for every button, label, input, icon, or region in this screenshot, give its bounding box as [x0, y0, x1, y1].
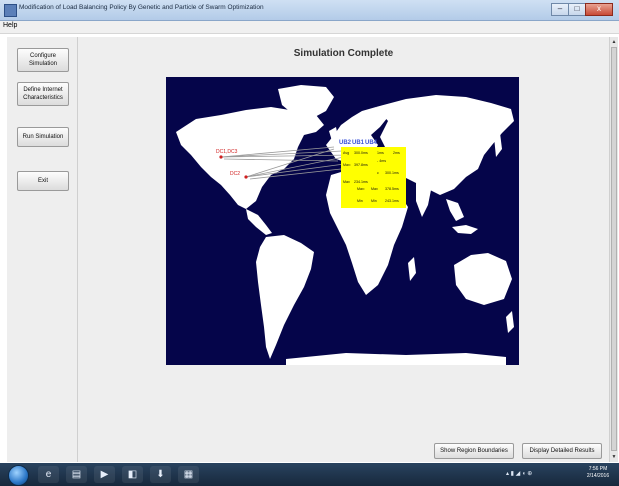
- ie-icon[interactable]: e: [38, 466, 59, 483]
- stat-text: Max:: [357, 187, 365, 191]
- stat-text: 234.1ms: [354, 180, 368, 184]
- exit-button[interactable]: Exit: [17, 171, 69, 191]
- start-button[interactable]: [8, 465, 29, 486]
- south-america-landmass: [256, 235, 314, 359]
- menu-help[interactable]: Help: [3, 22, 17, 29]
- menu-bar: Help: [0, 21, 619, 34]
- minimize-button[interactable]: –: [551, 3, 569, 16]
- australia-landmass: [454, 253, 512, 305]
- show-region-boundaries-button[interactable]: Show Region Boundaries: [434, 443, 514, 459]
- world-map: DC1,DC3 DC2 UB2 UB1 UB4 Avg 300.0ms 1ms …: [166, 77, 519, 365]
- folder-icon[interactable]: ▤: [66, 466, 87, 483]
- userbase-label: UB4: [365, 140, 378, 146]
- stat-text: 378.5ms: [385, 187, 399, 191]
- southeast-asia-landmass: [446, 199, 464, 221]
- media-player-icon[interactable]: ▶: [94, 466, 115, 483]
- scroll-up-icon[interactable]: ▲: [610, 38, 618, 46]
- java-app-icon[interactable]: ▦: [178, 466, 199, 483]
- scroll-down-icon[interactable]: ▼: [610, 453, 618, 461]
- app-icon: [4, 4, 17, 17]
- run-simulation-button[interactable]: Run Simulation: [17, 127, 69, 147]
- installer-icon[interactable]: ⬇: [150, 466, 171, 483]
- app-icon[interactable]: ◧: [122, 466, 143, 483]
- system-tray-icons[interactable]: ▴ ▮ ◢ ◖ ⊕: [506, 470, 532, 477]
- clock-time: 7:56 PM: [588, 466, 608, 472]
- madagascar-landmass: [408, 257, 416, 281]
- stat-text: 300.1ms: [385, 171, 399, 175]
- userbase-label: UB1: [352, 140, 365, 146]
- india-landmass: [416, 183, 432, 217]
- datacenter-marker: [219, 155, 223, 159]
- stat-text: Max:: [343, 163, 351, 167]
- stat-text: 300.0ms: [354, 151, 368, 155]
- taskbar: e ▤ ▶ ◧ ⬇ ▦ ▴ ▮ ◢ ◖ ⊕ 7:56 PM 2/14/2016: [0, 463, 619, 486]
- userbase-label: UB2: [339, 140, 352, 146]
- new-zealand-landmass: [506, 311, 514, 333]
- sidebar: Configure Simulation Define Internet Cha…: [7, 37, 78, 462]
- configure-simulation-button[interactable]: Configure Simulation: [17, 48, 69, 72]
- vertical-scrollbar[interactable]: ▲ ▼: [609, 37, 618, 462]
- define-internet-characteristics-button[interactable]: Define Internet Characteristics: [17, 82, 69, 106]
- response-time-stats: Avg 300.0ms 1ms 2ms Max: 397.8ms - 4ms c…: [341, 147, 406, 208]
- antarctica-landmass: [286, 353, 506, 365]
- dc-label: DC2: [230, 171, 241, 177]
- north-america-landmass: [176, 107, 324, 209]
- stat-text: 1ms: [377, 151, 384, 155]
- main-panel: Simulation Complete DC1,DC3 DC2 UB2 UB1 …: [78, 37, 609, 462]
- stat-text: 2ms: [393, 151, 400, 155]
- stat-text: 243.1ms: [385, 199, 399, 203]
- clock-date: 2/14/2016: [586, 473, 610, 479]
- scroll-thumb[interactable]: [611, 47, 617, 451]
- central-america-landmass: [246, 209, 272, 235]
- window-title: Modification of Load Balancing Policy By…: [19, 4, 264, 11]
- indonesia-landmass: [452, 225, 478, 234]
- clock[interactable]: 7:56 PM 2/14/2016: [582, 466, 614, 480]
- close-button[interactable]: x: [585, 3, 613, 16]
- stat-text: c: [377, 171, 379, 175]
- datacenter-marker: [244, 175, 248, 179]
- world-map-svg: [176, 85, 514, 365]
- stat-text: Min: [371, 199, 377, 203]
- title-bar: Modification of Load Balancing Policy By…: [0, 0, 619, 21]
- display-detailed-results-button[interactable]: Display Detailed Results: [522, 443, 602, 459]
- japan-landmass: [494, 133, 502, 157]
- window-controls: – □ x: [551, 3, 613, 16]
- stat-text: - 4ms: [377, 159, 386, 163]
- page-title: Simulation Complete: [293, 48, 394, 59]
- stat-text: 397.8ms: [354, 163, 368, 167]
- stat-text: Max: [343, 180, 350, 184]
- maximize-button[interactable]: □: [568, 3, 586, 16]
- stat-text: Max: [371, 187, 378, 191]
- stat-text: Avg: [343, 151, 350, 155]
- stat-text: Min: [357, 199, 363, 203]
- dc-label: DC1,DC3: [216, 149, 238, 155]
